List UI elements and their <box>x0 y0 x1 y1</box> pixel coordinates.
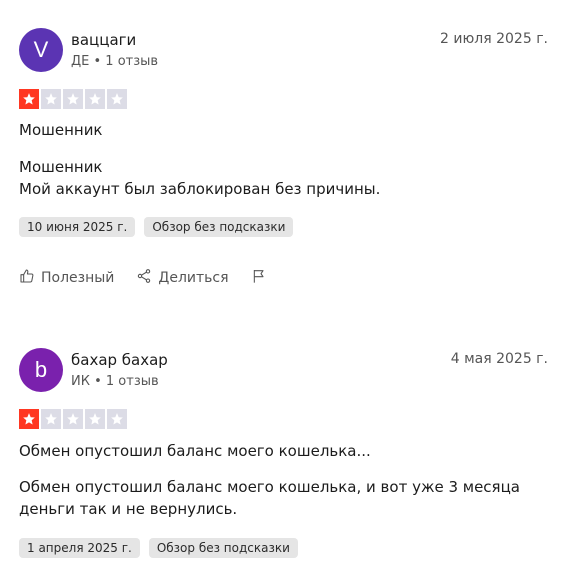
avatar[interactable]: V <box>19 28 63 72</box>
reviewer-meta: ИК • 1 отзыв <box>71 374 159 389</box>
share-button[interactable]: Делиться <box>136 268 229 288</box>
review-card: V ваццаги ДЕ • 1 отзыв 2 июля 2025 г. Мо… <box>0 0 580 320</box>
share-label: Делиться <box>158 270 229 286</box>
experience-date-tag: 10 июня 2025 г. <box>19 217 136 237</box>
unprompted-review-tag[interactable]: Обзор без подсказки <box>148 538 298 558</box>
review-card: b бахар бахар ИК • 1 отзыв 4 мая 2025 г.… <box>0 320 580 574</box>
review-tags: 10 июня 2025 г. Обзор без подсказки <box>19 217 294 237</box>
flag-icon <box>251 268 267 288</box>
review-actions: Полезный Делиться <box>19 268 267 288</box>
reviewer-name[interactable]: ваццаги <box>71 31 136 49</box>
star-icon <box>41 89 61 109</box>
review-body-line-1: Мошенник <box>19 158 103 176</box>
star-icon <box>107 89 127 109</box>
star-icon <box>41 409 61 429</box>
star-rating <box>19 89 127 109</box>
review-date: 4 мая 2025 г. <box>450 351 548 367</box>
helpful-button[interactable]: Полезный <box>19 268 114 288</box>
unprompted-review-tag[interactable]: Обзор без подсказки <box>144 217 294 237</box>
thumbs-up-icon <box>19 268 35 288</box>
star-icon <box>19 89 39 109</box>
review-tags: 1 апреля 2025 г. Обзор без подсказки <box>19 538 298 558</box>
review-body: Обмен опустошил баланс моего кошелька, и… <box>19 478 520 518</box>
report-button[interactable] <box>251 268 267 288</box>
review-title[interactable]: Мошенник <box>19 119 560 141</box>
star-icon <box>85 89 105 109</box>
star-icon <box>63 409 83 429</box>
star-icon <box>19 409 39 429</box>
review-title[interactable]: Обмен опустошил баланс моего кошелька... <box>19 440 560 462</box>
star-icon <box>85 409 105 429</box>
experience-date-tag: 1 апреля 2025 г. <box>19 538 140 558</box>
review-body-line-2: Мой аккаунт был заблокирован без причины… <box>19 180 381 198</box>
review-date: 2 июля 2025 г. <box>440 31 548 47</box>
avatar[interactable]: b <box>19 348 63 392</box>
helpful-label: Полезный <box>41 270 115 286</box>
share-icon <box>136 268 152 288</box>
reviewer-meta: ДЕ • 1 отзыв <box>71 54 159 69</box>
reviewer-name[interactable]: бахар бахар <box>71 351 168 369</box>
star-icon <box>63 89 83 109</box>
star-rating <box>19 409 127 429</box>
star-icon <box>107 409 127 429</box>
